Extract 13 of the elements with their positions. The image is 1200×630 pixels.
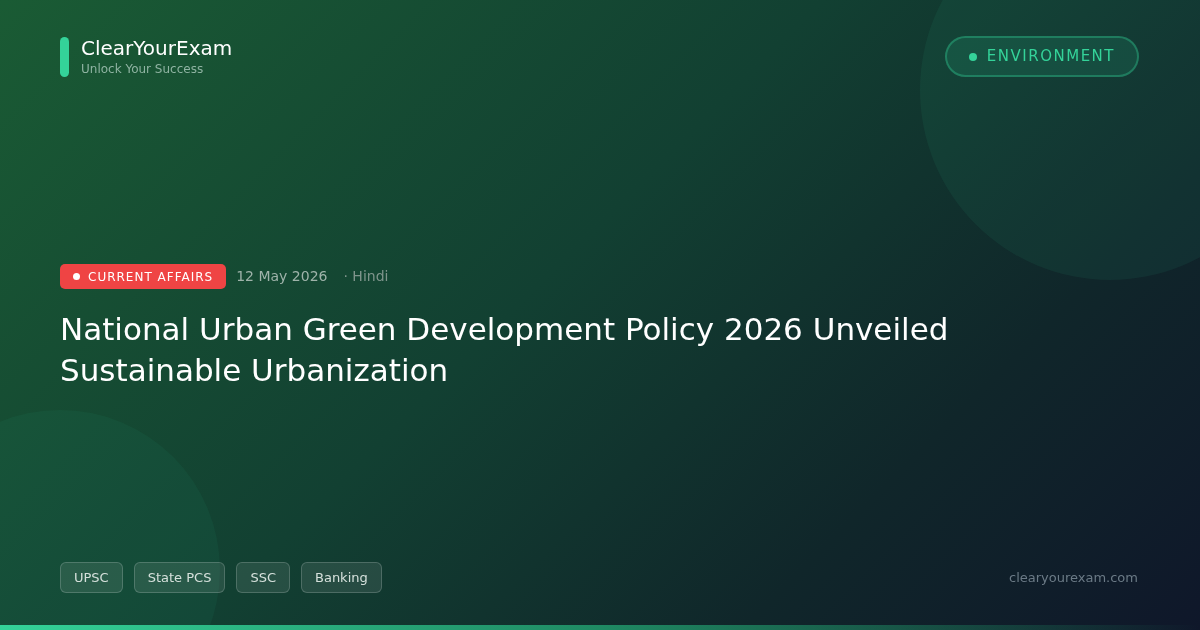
brand-tagline: Unlock Your Success	[81, 61, 205, 77]
publish-date: 12 May 2026	[236, 267, 328, 286]
brand-accent-bar	[60, 36, 69, 77]
exam-tag: State PCS	[133, 562, 226, 593]
brand-name: ClearYourExam	[81, 36, 233, 61]
site-url: clearyourexam.com	[1009, 568, 1138, 587]
exam-tag: UPSC	[60, 562, 123, 593]
badge-label: CURRENT AFFAIRS	[88, 268, 214, 286]
exam-tag: SSC	[236, 562, 290, 593]
language-label: · Hindi	[343, 267, 389, 286]
article-title: National Urban Green Development Policy 2026 Unveiled Sustainable Urbanization	[60, 310, 950, 390]
category-label: ENVIRONMENT	[986, 46, 1115, 68]
exam-tag: Banking	[301, 562, 382, 593]
